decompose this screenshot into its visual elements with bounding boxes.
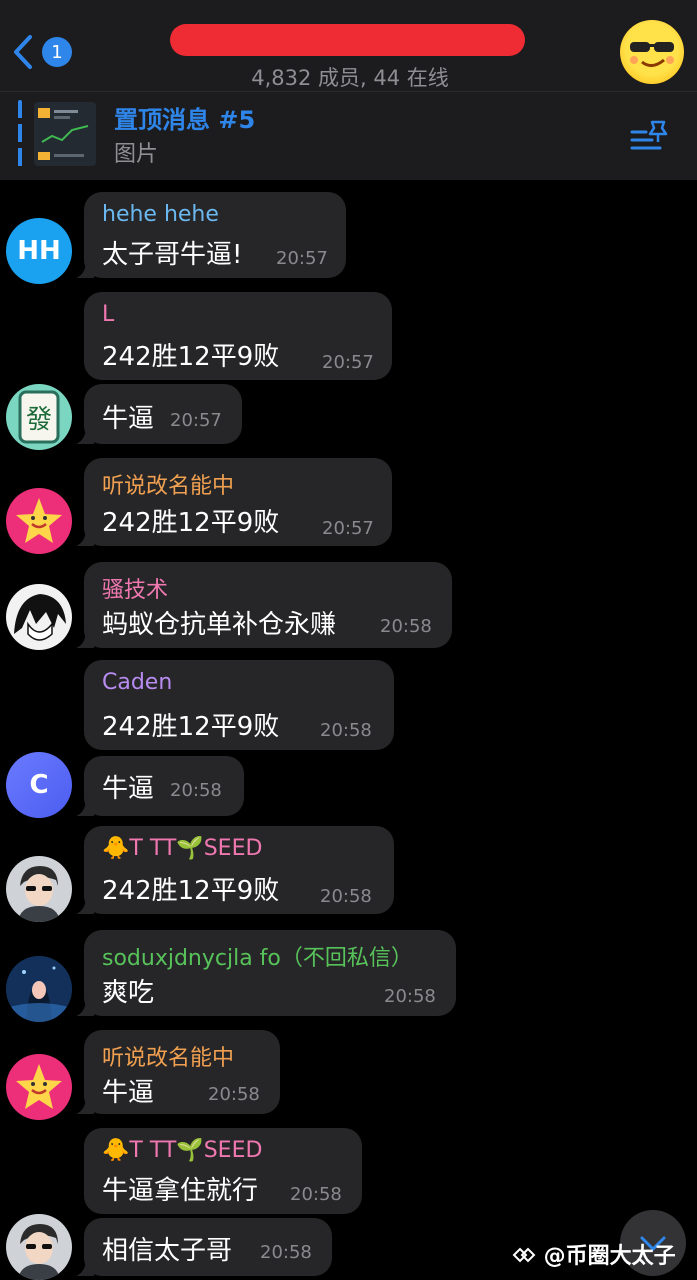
avatar-initials: HH — [17, 236, 61, 266]
message-text: 相信太子哥 — [102, 1236, 233, 1266]
pinned-thumbnail — [34, 102, 96, 166]
pinned-message-bar[interactable] — [0, 92, 697, 180]
smiling-star-icon — [16, 1064, 62, 1109]
platform-logo-icon — [512, 1247, 536, 1263]
avatar-initials: C — [29, 770, 49, 800]
avatar[interactable] — [6, 1214, 72, 1280]
message-time: 20:57 — [170, 410, 222, 431]
avatar[interactable] — [6, 956, 72, 1022]
message-text: 牛逼拿住就行 — [102, 1176, 259, 1206]
chat-header: 1 ██████████ 4,832 成员, 44 在线 — [0, 0, 697, 92]
message-time: 20:58 — [320, 720, 372, 741]
message-bubble[interactable]: L 242胜12平9败 20:57 — [84, 292, 392, 380]
avatar[interactable] — [6, 584, 72, 650]
smiling-star-icon — [16, 498, 62, 543]
sender-name: 听说改名能中 — [102, 1046, 235, 1071]
sun-with-sunglasses-icon — [630, 42, 674, 67]
pinned-title: 置顶消息 #5 — [114, 106, 256, 134]
pin-list-icon[interactable] — [630, 118, 670, 152]
watermark: @币圈大太子 — [512, 1238, 676, 1270]
message-bubble[interactable]: 🐥T TT🌱SEED 242胜12平9败 20:58 — [76, 826, 394, 914]
message-text: 牛逼 — [102, 774, 155, 804]
avatar[interactable] — [6, 856, 72, 922]
bubble-tail — [76, 630, 94, 648]
message-text: 蚂蚁仓抗单补仓永赚 — [102, 610, 337, 640]
bubble-tail — [76, 426, 94, 444]
anime-character-icon — [14, 594, 66, 641]
message-time: 20:58 — [290, 1184, 342, 1205]
avatar[interactable] — [6, 1054, 72, 1120]
group-avatar[interactable] — [620, 20, 684, 84]
bubble-tail — [76, 1096, 94, 1114]
unread-badge: 1 — [42, 37, 72, 67]
member-count: 4,832 成员, 44 在线 — [251, 66, 449, 90]
sender-name: Caden — [102, 670, 173, 695]
mahjong-fa-tile-icon: 發 — [18, 390, 60, 444]
message-time: 20:58 — [380, 616, 432, 637]
sender-name: soduxjdnycjla fo（不回私信） — [102, 946, 413, 971]
svg-text:發: 發 — [26, 405, 52, 435]
message-bubble[interactable]: 牛逼 20:57 — [76, 384, 242, 444]
chat-title-area[interactable]: ██████████ 4,832 成员, 44 在线 — [160, 8, 540, 90]
message-text: 242胜12平9败 — [102, 876, 280, 906]
avatar[interactable]: C — [6, 752, 72, 818]
message-time: 20:57 — [322, 352, 374, 373]
message-time: 20:58 — [320, 886, 372, 907]
message-time: 20:58 — [384, 986, 436, 1007]
sender-name: L — [102, 302, 115, 327]
message-bubble[interactable]: soduxjdnycjla fo（不回私信） 爽吃 20:58 — [76, 930, 456, 1016]
anime-boy-icon — [18, 1224, 60, 1280]
watermark-text: @币圈大太子 — [543, 1244, 676, 1269]
avatar[interactable] — [6, 488, 72, 554]
message-bubble[interactable]: 听说改名能中 242胜12平9败 20:57 — [76, 458, 392, 546]
message-bubble[interactable]: hehe hehe 太子哥牛逼! 20:57 — [76, 192, 346, 278]
message-text: 242胜12平9败 — [102, 508, 280, 538]
message-text: 242胜12平9败 — [102, 342, 280, 372]
message-bubble[interactable]: 牛逼 20:58 — [76, 756, 244, 816]
message-time: 20:57 — [322, 518, 374, 539]
image-thumbnail-icon — [38, 108, 89, 160]
message-bubble[interactable]: 🐥T TT🌱SEED 牛逼拿住就行 20:58 — [84, 1128, 362, 1214]
message-text: 太子哥牛逼! — [102, 240, 243, 270]
pinned-indicator — [18, 100, 22, 172]
message-time: 20:58 — [260, 1242, 312, 1263]
sender-name: 🐥T TT🌱SEED — [102, 1138, 263, 1163]
message-text: 242胜12平9败 — [102, 712, 280, 742]
bubble-tail — [76, 798, 94, 816]
redaction-mark — [170, 24, 525, 56]
message-time: 20:57 — [276, 248, 328, 269]
pinned-subtitle: 图片 — [114, 142, 159, 167]
avatar[interactable]: 發 — [6, 384, 72, 450]
night-scene-girl-icon — [6, 956, 72, 1022]
message-bubble[interactable]: 听说改名能中 牛逼 20:58 — [76, 1030, 280, 1114]
sender-name: hehe hehe — [102, 202, 219, 227]
message-bubble[interactable]: 相信太子哥 20:58 — [76, 1218, 332, 1276]
back-button[interactable]: 1 — [12, 32, 82, 72]
bubble-tail — [76, 998, 94, 1016]
sender-name: 骚技术 — [102, 578, 169, 603]
message-bubble[interactable]: 骚技术 蚂蚁仓抗单补仓永赚 20:58 — [76, 562, 452, 648]
sender-name: 听说改名能中 — [102, 474, 235, 499]
bubble-tail — [76, 1258, 94, 1276]
bubble-tail — [76, 260, 94, 278]
message-bubble[interactable]: Caden 242胜12平9败 20:58 — [84, 660, 394, 750]
bubble-tail — [76, 896, 94, 914]
message-text: 牛逼 — [102, 1078, 155, 1108]
chevron-left-icon — [14, 35, 32, 69]
message-time: 20:58 — [208, 1084, 260, 1105]
anime-boy-icon — [18, 866, 60, 922]
bubble-tail — [76, 528, 94, 546]
avatar[interactable]: HH — [6, 218, 72, 284]
message-text: 爽吃 — [102, 978, 155, 1008]
message-time: 20:58 — [170, 780, 222, 801]
message-text: 牛逼 — [102, 404, 155, 434]
sender-name: 🐥T TT🌱SEED — [102, 836, 263, 861]
